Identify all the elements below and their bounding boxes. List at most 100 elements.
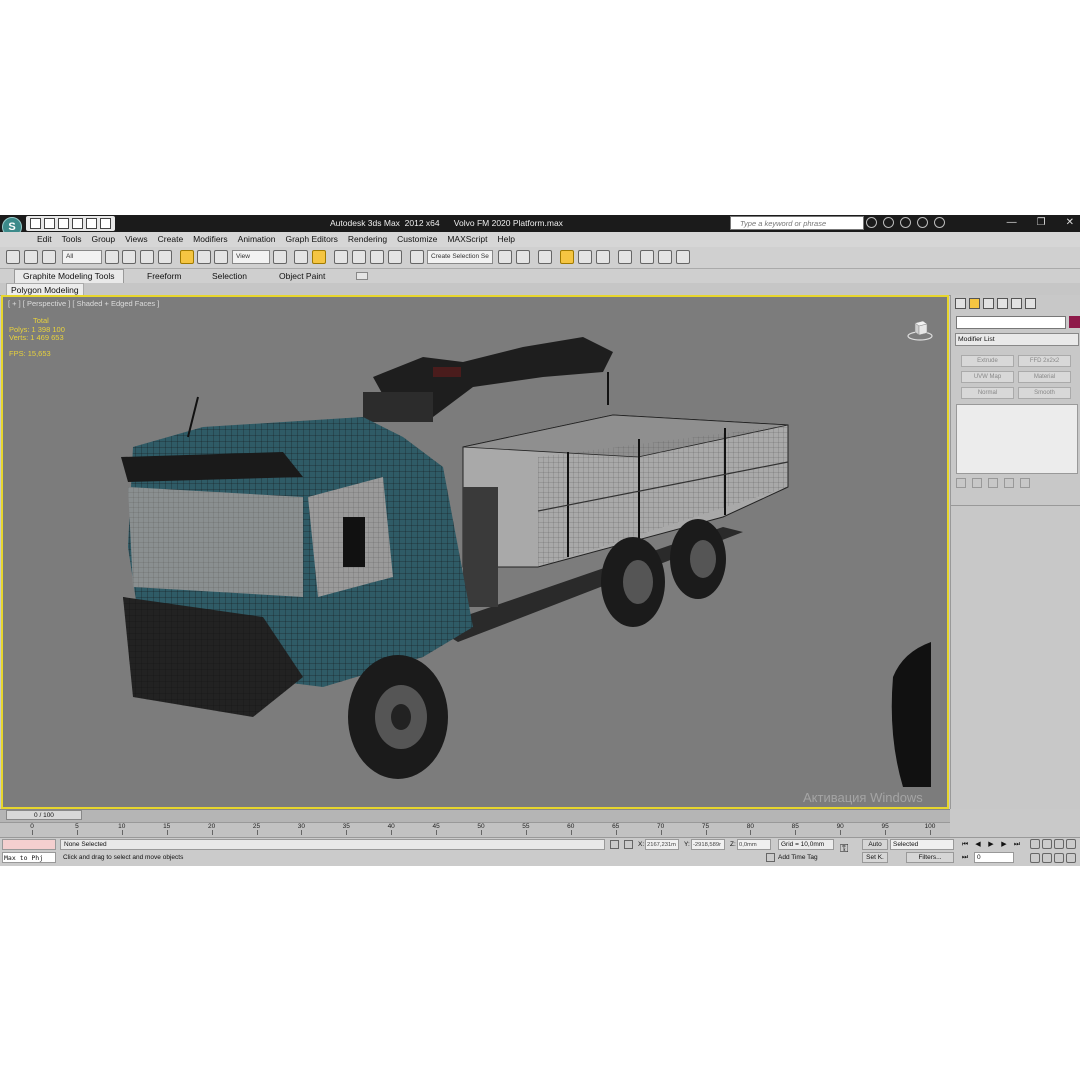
render-production-icon[interactable] — [676, 250, 690, 264]
graphite-toggle-icon[interactable] — [560, 250, 574, 264]
configure-modifier-sets-icon[interactable] — [1020, 478, 1030, 488]
rendered-frame-window-icon[interactable] — [658, 250, 672, 264]
layer-manager-icon[interactable] — [538, 250, 552, 264]
undo-icon[interactable] — [72, 218, 83, 229]
maxscript-listener-output[interactable] — [2, 839, 56, 850]
orbit-icon[interactable] — [1054, 853, 1064, 863]
curve-editor-icon[interactable] — [578, 250, 592, 264]
go-to-start-icon[interactable]: ⏮ — [960, 840, 970, 849]
next-frame-icon[interactable]: ▶ — [999, 840, 1009, 849]
binoculars-icon[interactable] — [866, 217, 877, 228]
auto-key-button[interactable]: Auto — [862, 839, 888, 850]
close-button[interactable]: ✕ — [1066, 215, 1074, 231]
make-unique-icon[interactable] — [988, 478, 998, 488]
select-and-rotate-icon[interactable] — [197, 250, 211, 264]
modifier-stack[interactable] — [956, 404, 1078, 474]
perspective-viewport[interactable]: [ + ] [ Perspective ] [ Shaded + Edged F… — [1, 295, 949, 809]
ribbon-options-icon[interactable] — [356, 272, 368, 280]
material-button[interactable]: Material — [1018, 371, 1071, 383]
remove-modifier-icon[interactable] — [1004, 478, 1014, 488]
create-tab-icon[interactable] — [955, 298, 966, 309]
select-and-move-icon[interactable] — [180, 250, 194, 264]
bind-space-warp-icon[interactable] — [42, 250, 56, 264]
key-mode-icon[interactable]: ⏭ — [960, 853, 970, 862]
link-icon[interactable] — [6, 250, 20, 264]
modifier-list-dropdown[interactable]: Modifier List — [955, 333, 1079, 346]
select-and-scale-icon[interactable] — [214, 250, 228, 264]
maxscript-mini-listener[interactable]: Max to Phj — [2, 852, 56, 863]
menu-help[interactable]: Help — [492, 232, 519, 247]
pivot-center-icon[interactable] — [273, 250, 287, 264]
modify-tab-icon[interactable] — [969, 298, 980, 309]
field-of-view-icon[interactable] — [1030, 853, 1040, 863]
object-name-field[interactable] — [956, 316, 1066, 329]
hierarchy-tab-icon[interactable] — [983, 298, 994, 309]
truck-model[interactable] — [3, 297, 947, 807]
ffd-button[interactable]: FFD 2x2x2 — [1018, 355, 1071, 367]
extrude-button[interactable]: Extrude — [961, 355, 1014, 367]
tab-object-paint[interactable]: Object Paint — [279, 269, 325, 283]
menu-maxscript[interactable]: MAXScript — [442, 232, 492, 247]
set-key-button[interactable]: Set K. — [862, 852, 888, 863]
project-folder-icon[interactable] — [100, 218, 111, 229]
display-tab-icon[interactable] — [1011, 298, 1022, 309]
percent-snap-icon[interactable] — [370, 250, 384, 264]
align-icon[interactable] — [516, 250, 530, 264]
tab-freeform[interactable]: Freeform — [147, 269, 181, 283]
key-filters-button[interactable]: Filters... — [906, 852, 954, 863]
select-object-icon[interactable] — [105, 250, 119, 264]
menu-views[interactable]: Views — [120, 232, 153, 247]
select-manipulate-icon[interactable] — [294, 250, 308, 264]
pin-stack-icon[interactable] — [956, 478, 966, 488]
menu-create[interactable]: Create — [153, 232, 189, 247]
select-by-name-icon[interactable] — [122, 250, 136, 264]
previous-frame-icon[interactable]: ◀ — [973, 840, 983, 849]
lock-selection-icon[interactable] — [610, 840, 619, 849]
uvw-map-button[interactable]: UVW Map — [961, 371, 1014, 383]
communication-icon[interactable] — [900, 217, 911, 228]
subscription-icon[interactable] — [883, 217, 894, 228]
open-file-icon[interactable] — [44, 218, 55, 229]
keyboard-shortcut-override-icon[interactable] — [312, 250, 326, 264]
menu-graph-editors[interactable]: Graph Editors — [280, 232, 342, 247]
save-icon[interactable] — [58, 218, 69, 229]
zoom-extents-all-icon[interactable] — [1066, 839, 1076, 849]
window-crossing-icon[interactable] — [158, 250, 172, 264]
z-coordinate-field[interactable]: 0,0mm — [737, 839, 771, 850]
snaps-toggle-icon[interactable] — [334, 250, 348, 264]
menu-group[interactable]: Group — [87, 232, 121, 247]
help-search-input[interactable]: Type a keyword or phrase — [730, 216, 864, 230]
render-setup-icon[interactable] — [640, 250, 654, 264]
go-to-end-icon[interactable]: ⏭ — [1012, 840, 1022, 849]
tab-graphite-modeling-tools[interactable]: Graphite Modeling Tools — [14, 269, 124, 283]
zoom-icon[interactable] — [1030, 839, 1040, 849]
tab-selection[interactable]: Selection — [212, 269, 247, 283]
time-slider-thumb[interactable]: 0 / 100 — [6, 810, 82, 820]
spinner-snap-icon[interactable] — [388, 250, 402, 264]
mirror-icon[interactable] — [498, 250, 512, 264]
show-end-result-icon[interactable] — [972, 478, 982, 488]
set-key-icon[interactable]: ⚿ — [840, 843, 854, 857]
new-file-icon[interactable] — [30, 218, 41, 229]
key-filter-selected-dropdown[interactable]: Selected — [890, 839, 954, 850]
menu-animation[interactable]: Animation — [233, 232, 281, 247]
y-coordinate-field[interactable]: -2918,589r — [691, 839, 725, 850]
pan-icon[interactable] — [1042, 853, 1052, 863]
zoom-all-icon[interactable] — [1042, 839, 1052, 849]
motion-tab-icon[interactable] — [997, 298, 1008, 309]
menu-tools[interactable]: Tools — [57, 232, 87, 247]
schematic-view-icon[interactable] — [596, 250, 610, 264]
smooth-button[interactable]: Smooth — [1018, 387, 1071, 399]
menu-rendering[interactable]: Rendering — [343, 232, 392, 247]
zoom-extents-icon[interactable] — [1054, 839, 1064, 849]
time-slider[interactable]: 0 / 100 — [0, 809, 950, 822]
material-editor-icon[interactable] — [618, 250, 632, 264]
unlink-icon[interactable] — [24, 250, 38, 264]
play-icon[interactable]: ▶ — [986, 840, 996, 849]
redo-icon[interactable] — [86, 218, 97, 229]
menu-edit[interactable]: Edit — [32, 232, 57, 247]
normal-button[interactable]: Normal — [961, 387, 1014, 399]
menu-modifiers[interactable]: Modifiers — [188, 232, 232, 247]
absolute-mode-icon[interactable] — [624, 840, 633, 849]
utilities-tab-icon[interactable] — [1025, 298, 1036, 309]
